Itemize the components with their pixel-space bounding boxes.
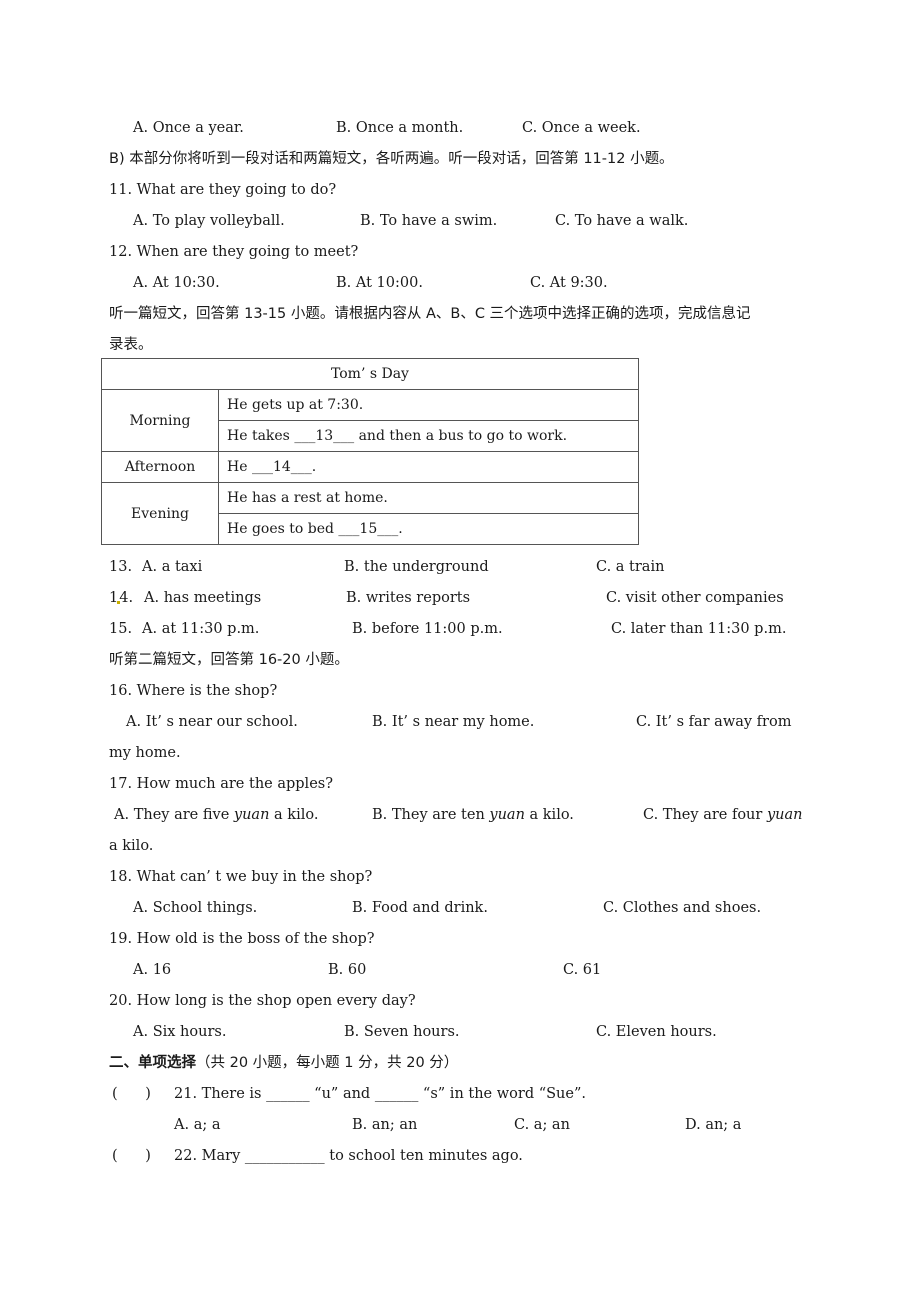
table-cell: He goes to bed ___15___. [218,513,639,545]
q16-option-b: B. It’ s near my home. [372,714,535,730]
q17-a-yuan: yuan [233,807,270,823]
q18-option-a: A. School things. [133,900,258,916]
q21-answer-paren[interactable]: ( ) [112,1084,151,1104]
q17-option-c-cont: a kilo. [109,838,154,854]
period-afternoon: Afternoon [101,451,219,483]
q16-option-c: C. It’ s far away from [636,714,792,730]
q13-option-a: A. a taxi [142,559,203,575]
q19-stem: 19. How old is the boss of the shop? [109,931,375,947]
q19-option-a: A. 16 [133,962,172,978]
q13-option-c: C. a train [596,559,665,575]
q11-option-c: C. To have a walk. [555,213,689,229]
q18-option-c: C. Clothes and shoes. [603,900,762,916]
section2-scoring: （共 20 小题，每小题 1 分，共 20 分） [196,1055,459,1071]
q20-option-b: B. Seven hours. [344,1024,460,1040]
q17-stem: 17. How much are the apples? [109,776,333,792]
q14-option-b: B. writes reports [346,590,471,606]
q21-option-b: B. an; an [352,1117,418,1133]
q10-option-c: C. Once a week. [522,120,641,136]
q17-a-text-end: a kilo. [269,807,319,823]
q13-number: 13. [109,559,133,575]
cursor-mark [117,601,121,604]
passage1-intro-cont: 录表。 [109,337,153,353]
q14-option-c: C. visit other companies [606,590,784,606]
table-row: Morning He gets up at 7:30. [101,389,639,452]
q15-number: 15. [109,621,133,637]
q20-option-c: C. Eleven hours. [596,1024,717,1040]
period-evening: Evening [101,482,219,545]
q21-option-a: A. a; a [174,1117,221,1133]
section-b-intro: B) 本部分你将听到一段对话和两篇短文，各听两遍。听一段对话，回答第 11-12… [109,151,674,167]
table-title: Tom’ s Day [101,358,639,390]
q17-c-text: C. They are four [643,807,767,823]
period-morning: Morning [101,389,219,452]
q16-stem: 16. Where is the shop? [109,683,278,699]
q17-option-a: A. They are five yuan a kilo. [114,805,318,825]
passage2-intro: 听第二篇短文，回答第 16-20 小题。 [109,652,349,668]
q14-number: 14. [109,588,133,608]
q12-option-b: B. At 10:00. [336,275,423,291]
q17-b-text-end: a kilo. [524,807,574,823]
q18-stem: 18. What can’ t we buy in the shop? [109,869,373,885]
q15-option-b: B. before 11:00 p.m. [352,621,503,637]
q20-option-a: A. Six hours. [133,1024,227,1040]
q12-option-a: A. At 10:30. [133,275,220,291]
q22-stem: 22. Mary ___________ to school ten minut… [174,1148,523,1164]
q18-option-b: B. Food and drink. [352,900,488,916]
table-row: Afternoon He ___14___. [101,451,639,483]
q22-answer-paren[interactable]: ( ) [112,1146,151,1166]
q12-stem: 12. When are they going to meet? [109,244,359,260]
q17-b-yuan: yuan [489,807,525,823]
table-cell: He ___14___. [218,451,639,483]
q14-number-post: 4. [119,590,134,606]
toms-day-table: Tom’ s Day Morning He gets up at 7:30. H… [101,358,639,545]
q13-option-b: B. the underground [344,559,489,575]
q21-option-d: D. an; a [685,1117,742,1133]
q14-option-a: A. has meetings [144,590,262,606]
q21-stem: 21. There is ______ “u” and ______ “s” i… [174,1086,587,1102]
q17-option-b: B. They are ten yuan a kilo. [372,805,574,825]
table-row: Evening He has a rest at home. [101,482,639,545]
q16-option-a: A. It’ s near our school. [126,714,298,730]
q12-option-c: C. At 9:30. [530,275,608,291]
table-cell: He gets up at 7:30. [218,389,639,421]
q16-option-c-cont: my home. [109,745,181,761]
q17-c-yuan: yuan [766,807,803,823]
table-cell: He has a rest at home. [218,482,639,514]
q17-b-text: B. They are ten [372,807,490,823]
q20-stem: 20. How long is the shop open every day? [109,993,416,1009]
q21-option-c: C. a; an [514,1117,570,1133]
q10-option-a: A. Once a year. [133,120,244,136]
q11-option-a: A. To play volleyball. [133,213,285,229]
section2-title: 二、单项选择 [109,1055,196,1071]
q19-option-c: C. 61 [563,962,602,978]
q19-option-b: B. 60 [328,962,367,978]
q10-option-b: B. Once a month. [336,120,464,136]
q15-option-a: A. at 11:30 p.m. [142,621,260,637]
q11-option-b: B. To have a swim. [360,213,498,229]
passage1-intro: 听一篇短文，回答第 13-15 小题。请根据内容从 A、B、C 三个选项中选择正… [109,306,751,322]
q11-stem: 11. What are they going to do? [109,182,337,198]
section2-heading: 二、单项选择（共 20 小题，每小题 1 分，共 20 分） [109,1053,458,1073]
q17-option-c: C. They are four yuan [643,805,802,825]
q17-a-text: A. They are five [114,807,234,823]
table-cell: He takes ___13___ and then a bus to go t… [218,420,639,452]
q15-option-c: C. later than 11:30 p.m. [611,621,787,637]
